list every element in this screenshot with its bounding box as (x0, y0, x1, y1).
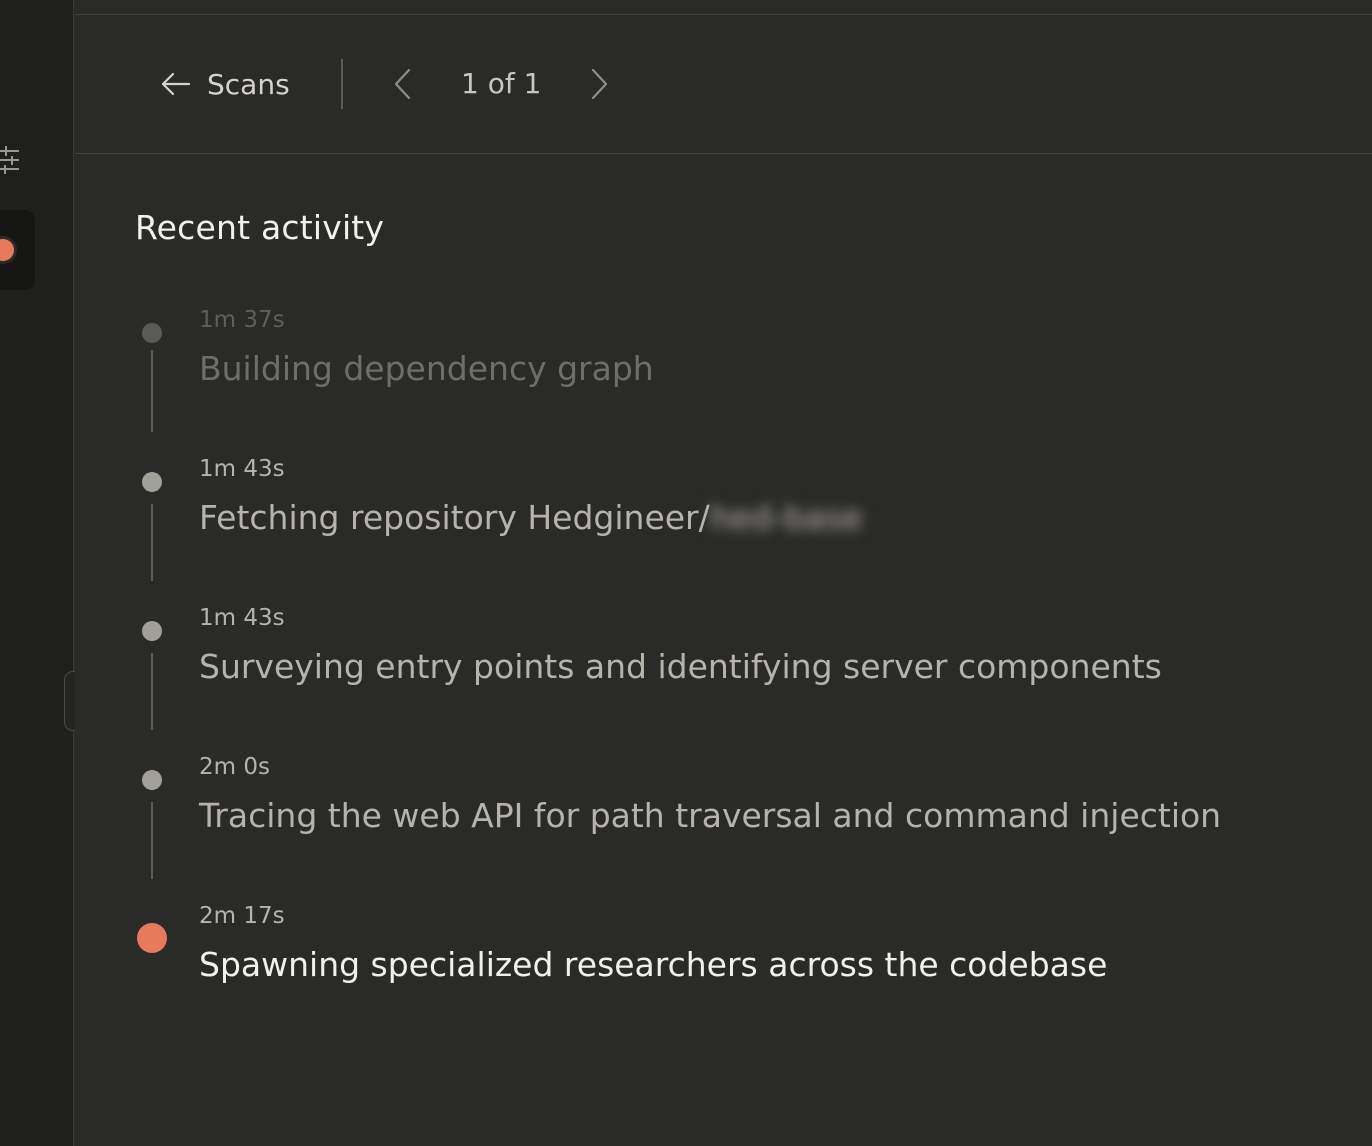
current-step-dot-icon (137, 923, 167, 953)
timeline-connector (151, 653, 153, 730)
main-panel: Scans 1 of 1 Recent activity 1m 37s Buil… (75, 0, 1372, 1146)
event-time: 2m 0s (199, 754, 270, 780)
back-button-label: Scans (207, 67, 290, 101)
event-title: Building dependency graph (199, 349, 654, 388)
timeline-dot-icon (142, 621, 162, 641)
sidebar (0, 0, 74, 1146)
event-time: 2m 17s (199, 903, 285, 929)
timeline-item: 1m 43s Fetching repository Hedgineer/hed… (75, 454, 1372, 604)
section-title: Recent activity (135, 208, 385, 247)
next-page-button[interactable] (587, 68, 611, 100)
timeline-dot-icon (142, 770, 162, 790)
timeline-dot-icon (142, 323, 162, 343)
status-dot-icon (0, 239, 14, 261)
timeline-item: 2m 0s Tracing the web API for path trave… (75, 752, 1372, 902)
chevron-right-icon (591, 68, 608, 100)
toolbar: Scans 1 of 1 (75, 15, 1372, 154)
event-title: Surveying entry points and identifying s… (199, 647, 1162, 686)
event-title: Tracing the web API for path traversal a… (199, 796, 1222, 835)
event-time: 1m 43s (199, 456, 285, 482)
timeline-connector (151, 504, 153, 581)
timeline-item-current: 2m 17s Spawning specialized researchers … (75, 901, 1372, 1051)
toolbar-divider (341, 59, 343, 109)
pagination-indicator: 1 of 1 (461, 67, 542, 100)
event-title-text: Fetching repository Hedgineer/ (199, 498, 710, 537)
timeline-dot-icon (142, 472, 162, 492)
timeline-item: 1m 43s Surveying entry points and identi… (75, 603, 1372, 753)
event-title: Spawning specialized researchers across … (199, 945, 1108, 984)
chevron-left-icon (394, 68, 411, 100)
timeline-connector (151, 802, 153, 879)
sidebar-item-active-scan[interactable] (0, 210, 35, 290)
previous-page-button[interactable] (391, 68, 415, 100)
event-time: 1m 43s (199, 605, 285, 631)
timeline-connector (151, 350, 153, 432)
redacted-repo-name: hed-base (709, 498, 863, 537)
timeline-item: 1m 37s Building dependency graph (75, 305, 1372, 455)
back-to-scans-button[interactable]: Scans (161, 65, 290, 103)
arrow-left-icon (161, 72, 191, 96)
event-title: Fetching repository Hedgineer/hed-base (199, 498, 863, 537)
event-time: 1m 37s (199, 307, 285, 333)
sliders-icon[interactable] (0, 146, 20, 174)
